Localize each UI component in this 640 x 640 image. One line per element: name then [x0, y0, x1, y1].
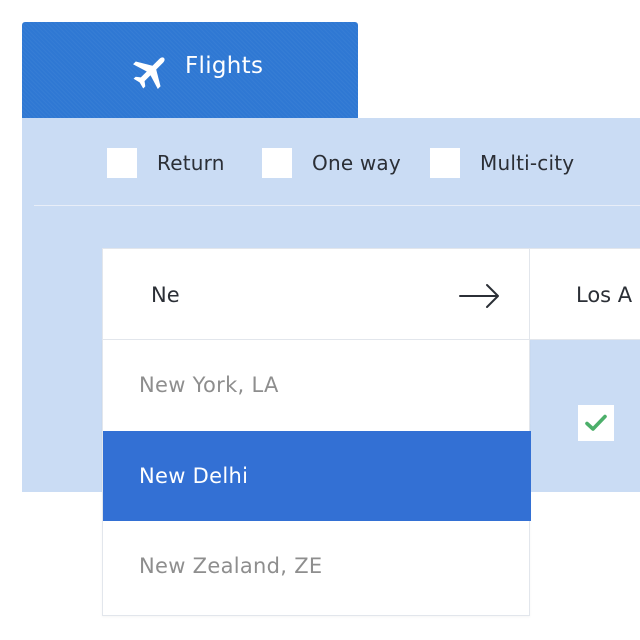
one-way-checkbox[interactable] [262, 148, 292, 178]
multi-city-label: Multi-city [480, 151, 575, 175]
suggestions-dropdown: New York, LA New Delhi New Zealand, ZE [102, 340, 531, 616]
option-checkbox[interactable] [578, 405, 614, 441]
trip-type-row: Return One way Multi-city [22, 118, 640, 206]
origin-input-value: Ne [151, 283, 180, 307]
checkmark-icon [585, 414, 607, 431]
trip-option-multi-city[interactable]: Multi-city [430, 148, 574, 178]
return-label: Return [157, 151, 225, 175]
suggestion-item[interactable]: New Zealand, ZE [103, 521, 531, 611]
multi-city-checkbox[interactable] [430, 148, 460, 178]
trip-option-one-way[interactable]: One way [262, 148, 401, 178]
return-checkbox[interactable] [107, 148, 137, 178]
suggestion-item[interactable]: New York, LA [103, 340, 531, 430]
suggestion-item-selected[interactable]: New Delhi [103, 431, 531, 521]
airplane-icon [133, 57, 165, 89]
suggestion-label: New York, LA [139, 373, 279, 397]
trip-option-return[interactable]: Return [107, 148, 225, 178]
arrow-right-icon [459, 284, 499, 308]
destination-input-value: Los A [576, 283, 633, 307]
one-way-label: One way [312, 151, 401, 175]
tab-label: Flights [185, 53, 264, 79]
destination-input[interactable]: Los A [530, 248, 640, 340]
suggestion-label: New Zealand, ZE [139, 554, 323, 578]
origin-input[interactable]: Ne [102, 248, 530, 340]
flights-tab[interactable]: Flights [22, 22, 358, 118]
suggestion-label: New Delhi [139, 464, 249, 488]
divider [34, 205, 640, 206]
